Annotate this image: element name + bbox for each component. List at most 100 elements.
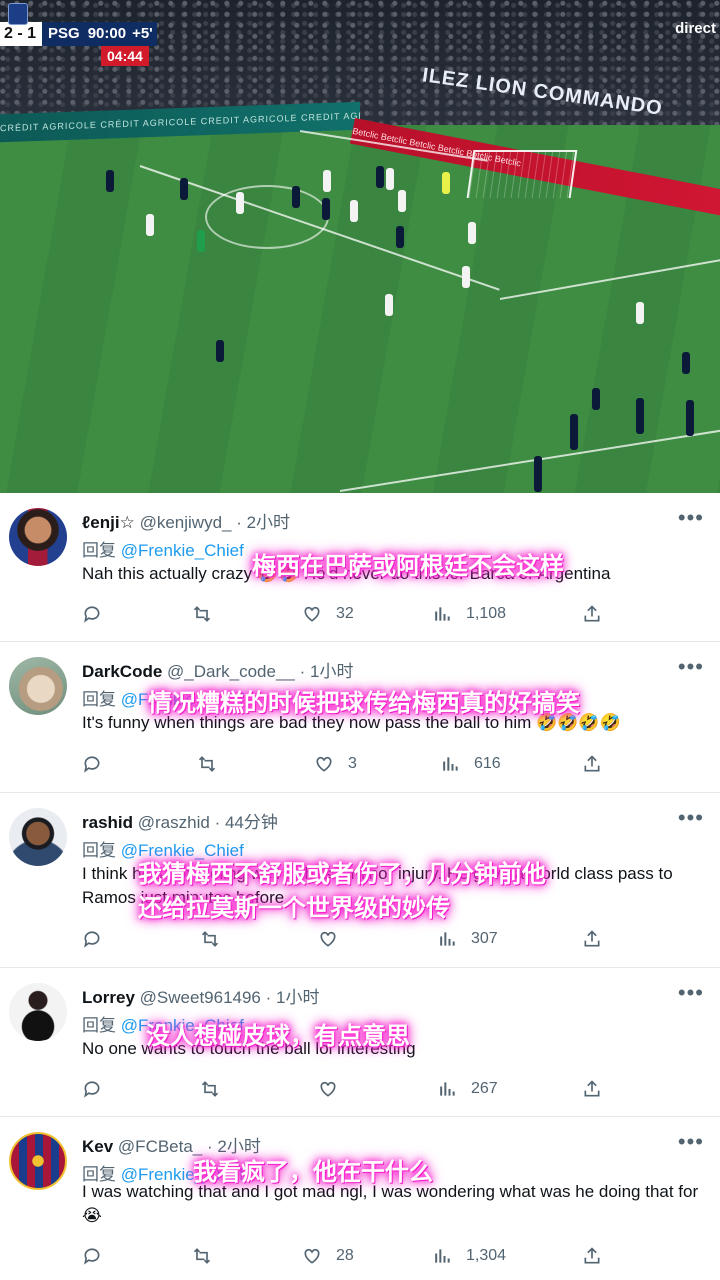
reply-button[interactable] (82, 752, 116, 776)
user-handle[interactable]: @FCBeta_ (118, 1137, 202, 1156)
more-icon[interactable]: ••• (678, 507, 704, 529)
views-button[interactable]: 1,304 (432, 1244, 506, 1268)
user-handle[interactable]: @kenjiwyd_ (140, 513, 232, 532)
timestamp: · 2小时 (207, 1137, 261, 1156)
stoppage-clock: 04:44 (101, 46, 149, 66)
added-time: +5' (130, 22, 157, 46)
like-icon (320, 931, 336, 947)
goal-net (466, 150, 578, 198)
player (180, 178, 188, 200)
views-icon (440, 932, 455, 946)
views-button[interactable]: 1,108 (432, 602, 506, 626)
share-button[interactable] (582, 752, 616, 776)
view-count: 616 (474, 755, 501, 772)
reply-button[interactable] (82, 927, 116, 951)
subtitle-overlay: 没人想碰皮球，有点意思 (146, 1023, 410, 1050)
steward (534, 456, 542, 492)
reply-button[interactable] (82, 602, 116, 626)
more-icon[interactable]: ••• (678, 656, 704, 678)
user-handle[interactable]: @raszhid (138, 813, 210, 832)
more-icon[interactable]: ••• (678, 807, 704, 829)
reply-prefix: 回复 (82, 841, 116, 860)
like-button[interactable]: 32 (302, 602, 354, 626)
subtitle-overlay: 梅西在巴萨或阿根廷不会这样 (252, 553, 564, 580)
like-button[interactable] (318, 927, 352, 951)
like-button[interactable] (318, 1077, 352, 1101)
user-handle[interactable]: @_Dark_code__ (167, 662, 295, 681)
like-count: 3 (348, 755, 357, 772)
views-button[interactable]: 267 (437, 1077, 498, 1101)
views-button[interactable]: 307 (437, 927, 498, 951)
views-icon (440, 1082, 455, 1096)
steward (570, 414, 578, 450)
live-label: direct (675, 20, 716, 37)
tweet[interactable]: DarkCode @_Dark_code__ · 1小时 ••• 回复 @Fre… (0, 642, 720, 793)
competition-logo-icon (8, 3, 28, 25)
avatar[interactable] (9, 508, 67, 566)
like-icon (320, 1081, 336, 1097)
timestamp: · 44分钟 (214, 813, 278, 832)
display-name[interactable]: Kev (82, 1137, 113, 1156)
steward (686, 400, 694, 436)
share-icon (584, 1247, 600, 1264)
score: 2 - 1 (0, 22, 43, 46)
avatar[interactable] (9, 983, 67, 1041)
views-button[interactable]: 616 (440, 752, 501, 776)
subtitle-overlay: 我看疯了，他在干什么 (193, 1159, 433, 1186)
tweet[interactable]: Lorrey @Sweet961496 · 1小时 ••• 回复 @Frenki… (0, 968, 720, 1117)
display-name[interactable]: rashid (82, 813, 133, 832)
like-button[interactable]: 28 (302, 1244, 354, 1268)
display-name[interactable]: Lorrey (82, 988, 135, 1007)
display-name[interactable]: ℓenji☆ (82, 513, 135, 532)
share-button[interactable] (582, 1244, 616, 1268)
player (682, 352, 690, 374)
timestamp: · 2小时 (236, 513, 291, 532)
retweet-button[interactable] (192, 602, 226, 626)
avatar[interactable] (9, 808, 67, 866)
more-icon[interactable]: ••• (678, 1131, 704, 1153)
more-icon[interactable]: ••• (678, 982, 704, 1004)
player (146, 214, 154, 236)
match-video[interactable]: CRÉDIT AGRICOLE CRÉDIT AGRICOLE CREDIT A… (0, 0, 720, 493)
retweet-button[interactable] (197, 752, 231, 776)
share-icon (584, 755, 600, 772)
avatar[interactable] (9, 657, 67, 715)
share-button[interactable] (582, 602, 616, 626)
player (468, 222, 476, 244)
reply-handle-link[interactable]: @Frenkie_Chief (121, 841, 244, 860)
share-icon (584, 605, 600, 622)
timestamp: · 1小时 (265, 988, 320, 1007)
like-button[interactable]: 3 (314, 752, 357, 776)
user-handle[interactable]: @Sweet961496 (140, 988, 261, 1007)
player (442, 172, 450, 194)
player (385, 294, 393, 316)
view-count: 307 (471, 930, 498, 947)
action-bar: 307 (82, 927, 612, 951)
reply-button[interactable] (82, 1244, 116, 1268)
player (398, 190, 406, 212)
referee (197, 230, 205, 252)
reply-button[interactable] (82, 1077, 116, 1101)
share-button[interactable] (582, 927, 616, 951)
reply-icon (84, 756, 100, 773)
tweet[interactable]: rashid @raszhid · 44分钟 ••• 回复 @Frenkie_C… (0, 793, 720, 968)
player (106, 170, 114, 192)
player (292, 186, 300, 208)
reply-handle-link[interactable]: @Frenkie_Chief (121, 541, 244, 560)
tweet-header: Kev @FCBeta_ · 2小时 (82, 1132, 261, 1156)
views-icon (435, 1249, 450, 1263)
retweet-button[interactable] (200, 927, 234, 951)
reply-icon (84, 931, 100, 948)
tweet[interactable]: ℓenji☆ @kenjiwyd_ · 2小时 ••• 回复 @Frenkie_… (0, 493, 720, 642)
tweet[interactable]: Kev @FCBeta_ · 2小时 ••• 回复 @Frenkie_Chief… (0, 1117, 720, 1280)
tweet-header: rashid @raszhid · 44分钟 (82, 808, 278, 832)
share-button[interactable] (582, 1077, 616, 1101)
retweet-button[interactable] (200, 1077, 234, 1101)
subtitle-overlay: 我猜梅西不舒服或者伤了，几分钟前他 (138, 861, 546, 888)
retweet-icon (201, 1081, 219, 1097)
retweet-button[interactable] (192, 1244, 226, 1268)
player (322, 198, 330, 220)
display-name[interactable]: DarkCode (82, 662, 162, 681)
avatar[interactable] (9, 1132, 67, 1190)
scoreboard: 2 - 1 PSG 90:00 +5' (0, 22, 157, 46)
